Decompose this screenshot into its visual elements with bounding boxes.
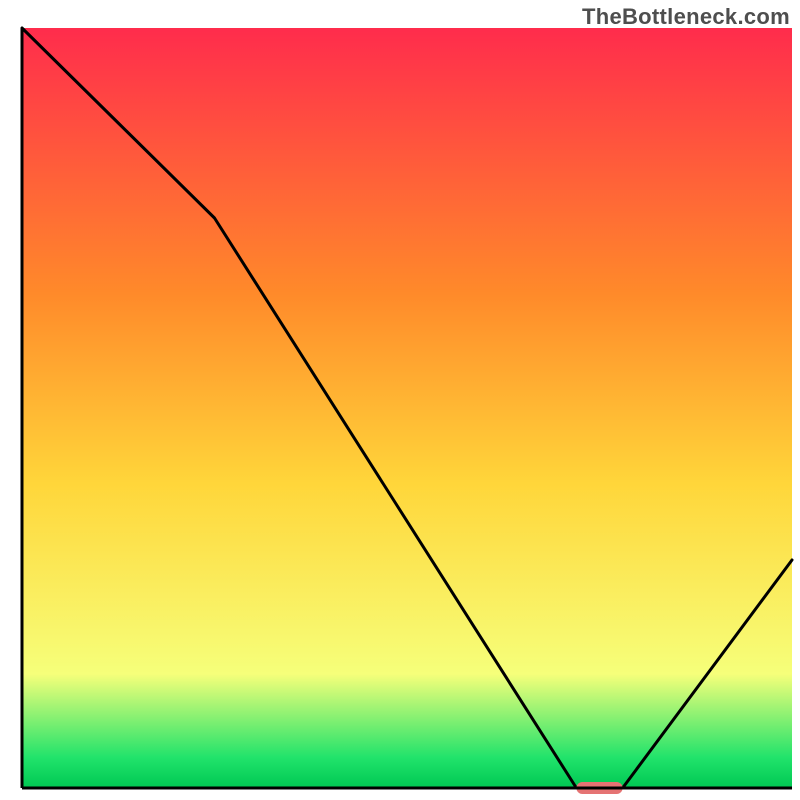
bottleneck-chart <box>0 0 800 800</box>
chart-container: TheBottleneck.com <box>0 0 800 800</box>
watermark-text: TheBottleneck.com <box>582 4 790 30</box>
